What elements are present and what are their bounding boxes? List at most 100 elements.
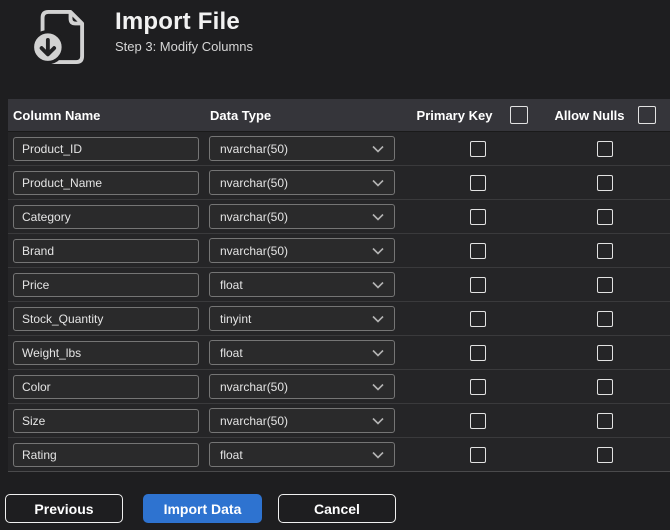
allow-nulls-checkbox[interactable] [597, 140, 613, 157]
primary-key-cell [405, 344, 540, 361]
allow-nulls-checkbox[interactable] [597, 310, 613, 327]
primary-key-cell [405, 242, 540, 259]
allow-nulls-cell [540, 242, 670, 259]
data-type-select[interactable]: nvarchar(50) [209, 170, 395, 195]
primary-key-checkbox[interactable] [469, 276, 486, 293]
primary-key-cell [405, 412, 540, 429]
import-data-button[interactable]: Import Data [143, 494, 262, 523]
column-name-input[interactable] [13, 340, 199, 365]
primary-key-cell [405, 208, 540, 225]
allow-nulls-cell [540, 310, 670, 327]
dialog-header: Import File Step 3: Modify Columns [0, 0, 670, 99]
allow-nulls-checkbox[interactable] [597, 344, 613, 361]
primary-key-checkbox[interactable] [469, 242, 486, 259]
column-name-input[interactable] [13, 204, 199, 229]
data-type-value: nvarchar(50) [220, 141, 289, 156]
data-type-cell: nvarchar(50) [205, 238, 405, 263]
chevron-down-icon [372, 315, 384, 323]
column-name-input[interactable] [13, 374, 199, 399]
data-type-select[interactable]: nvarchar(50) [209, 136, 395, 161]
page-title: Import File [115, 8, 240, 35]
chevron-down-icon [372, 145, 384, 153]
data-type-cell: float [205, 340, 405, 365]
data-type-cell: nvarchar(50) [205, 374, 405, 399]
data-type-value: tinyint [220, 311, 252, 326]
chevron-down-icon [372, 247, 384, 255]
allow-nulls-checkbox[interactable] [597, 276, 613, 293]
primary-key-checkbox[interactable] [469, 174, 486, 191]
column-name-cell [8, 170, 205, 195]
data-type-select[interactable]: float [209, 442, 395, 467]
allow-nulls-checkbox[interactable] [597, 378, 613, 395]
primary-key-header-label: Primary Key [416, 107, 493, 123]
data-type-select[interactable]: nvarchar(50) [209, 374, 395, 399]
column-name-cell [8, 272, 205, 297]
table-header-row: Column Name Data Type Primary Key Allow … [8, 99, 670, 132]
data-type-value: nvarchar(50) [220, 243, 289, 258]
dialog-footer: Previous Import Data Cancel [5, 494, 396, 523]
chevron-down-icon [372, 417, 384, 425]
column-name-input[interactable] [13, 272, 199, 297]
primary-key-checkbox[interactable] [469, 412, 486, 429]
primary-key-checkbox[interactable] [469, 378, 486, 395]
column-name-cell [8, 238, 205, 263]
allow-nulls-select-all-checkbox[interactable] [637, 106, 656, 124]
column-name-cell [8, 204, 205, 229]
column-name-cell [8, 442, 205, 467]
column-name-cell [8, 306, 205, 331]
primary-key-checkbox[interactable] [469, 446, 486, 463]
allow-nulls-cell [540, 344, 670, 361]
data-type-select[interactable]: nvarchar(50) [209, 408, 395, 433]
allow-nulls-cell [540, 412, 670, 429]
data-type-value: float [220, 447, 243, 462]
column-name-cell [8, 408, 205, 433]
primary-key-select-all-checkbox[interactable] [510, 106, 529, 124]
allow-nulls-checkbox[interactable] [597, 174, 613, 191]
data-type-select[interactable]: nvarchar(50) [209, 204, 395, 229]
table-row: float [8, 438, 670, 472]
allow-nulls-cell [540, 208, 670, 225]
primary-key-checkbox[interactable] [469, 208, 486, 225]
data-type-select[interactable]: tinyint [209, 306, 395, 331]
allow-nulls-checkbox[interactable] [597, 208, 613, 225]
allow-nulls-cell [540, 140, 670, 157]
column-name-input[interactable] [13, 442, 199, 467]
primary-key-checkbox[interactable] [469, 140, 486, 157]
data-type-value: float [220, 277, 243, 292]
allow-nulls-checkbox[interactable] [597, 412, 613, 429]
column-name-input[interactable] [13, 170, 199, 195]
table-row: nvarchar(50) [8, 200, 670, 234]
data-type-value: nvarchar(50) [220, 175, 289, 190]
allow-nulls-cell [540, 276, 670, 293]
col-header-column-name: Column Name [13, 107, 101, 123]
column-name-input[interactable] [13, 306, 199, 331]
column-name-input[interactable] [13, 408, 199, 433]
data-type-cell: float [205, 272, 405, 297]
column-name-cell [8, 374, 205, 399]
chevron-down-icon [372, 213, 384, 221]
file-import-icon [30, 9, 85, 65]
columns-table: Column Name Data Type Primary Key Allow … [8, 99, 670, 472]
primary-key-cell [405, 310, 540, 327]
chevron-down-icon [372, 383, 384, 391]
cancel-button[interactable]: Cancel [278, 494, 396, 523]
allow-nulls-checkbox[interactable] [597, 446, 613, 463]
data-type-select[interactable]: float [209, 340, 395, 365]
primary-key-checkbox[interactable] [469, 310, 486, 327]
data-type-select[interactable]: nvarchar(50) [209, 238, 395, 263]
data-type-cell: tinyint [205, 306, 405, 331]
import-file-dialog: Import File Step 3: Modify Columns Colum… [0, 0, 670, 523]
chevron-down-icon [372, 451, 384, 459]
table-row: nvarchar(50) [8, 404, 670, 438]
data-type-select[interactable]: float [209, 272, 395, 297]
previous-button[interactable]: Previous [5, 494, 123, 523]
primary-key-checkbox[interactable] [469, 344, 486, 361]
allow-nulls-checkbox[interactable] [597, 242, 613, 259]
primary-key-cell [405, 378, 540, 395]
data-type-value: float [220, 345, 243, 360]
primary-key-cell [405, 446, 540, 463]
data-type-cell: nvarchar(50) [205, 136, 405, 161]
column-name-input[interactable] [13, 136, 199, 161]
column-name-input[interactable] [13, 238, 199, 263]
table-row: float [8, 336, 670, 370]
